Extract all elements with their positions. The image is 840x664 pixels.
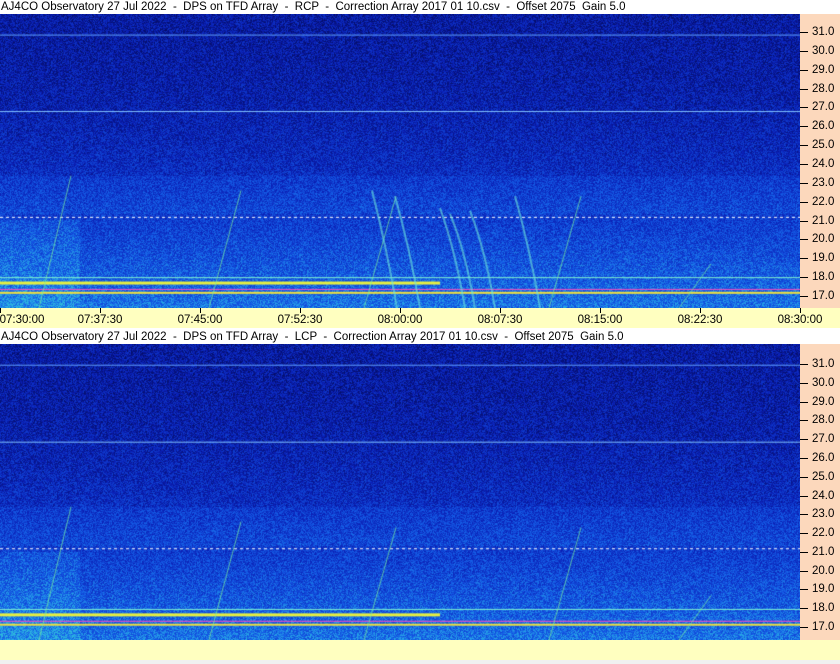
frequency-label: 22.0 — [812, 195, 835, 208]
frequency-tick — [800, 107, 808, 109]
frequency-label: 25.0 — [812, 139, 835, 152]
time-tick — [100, 308, 101, 313]
frequency-label: 24.0 — [812, 489, 835, 502]
frequency-label: 17.0 — [812, 290, 835, 302]
frequency-tick — [800, 514, 808, 516]
frequency-label: 18.0 — [812, 602, 835, 615]
frequency-label: 29.0 — [812, 63, 835, 76]
frequency-label: 22.0 — [812, 527, 835, 540]
frequency-tick — [800, 258, 808, 260]
time-label: 08:22:30 — [677, 314, 723, 326]
time-tick — [300, 308, 301, 313]
time-tick — [700, 308, 701, 313]
frequency-label: 20.0 — [812, 564, 835, 577]
frequency-label: 17.0 — [812, 621, 835, 633]
frequency-label: 20.0 — [812, 233, 835, 246]
time-label: 08:30:00 — [777, 314, 823, 326]
time-label: 07:37:30 — [77, 314, 123, 326]
frequency-tick — [800, 69, 808, 71]
spectrogram-title-rcp: AJ4CO Observatory 27 Jul 2022 - DPS on T… — [0, 0, 840, 14]
frequency-tick — [800, 627, 808, 628]
frequency-label: 19.0 — [812, 583, 835, 596]
frequency-tick — [800, 88, 808, 90]
frequency-label: 28.0 — [812, 82, 835, 95]
frequency-tick — [800, 201, 808, 203]
frequency-label: 28.0 — [812, 414, 835, 427]
frequency-tick — [800, 570, 808, 572]
frequency-tick — [800, 220, 808, 222]
frequency-label: 26.0 — [812, 120, 835, 133]
frequency-label: 23.0 — [812, 176, 835, 189]
frequency-tick — [800, 476, 808, 478]
frequency-tick — [800, 182, 808, 184]
frequency-label: 18.0 — [812, 271, 835, 284]
time-tick — [500, 308, 501, 313]
frequency-label: 31.0 — [812, 358, 835, 370]
frequency-tick — [800, 439, 808, 441]
spectrogram-lcp[interactable] — [0, 344, 800, 640]
frequency-tick — [800, 495, 808, 497]
spectrogram-rcp[interactable] — [0, 14, 800, 308]
frequency-tick — [800, 457, 808, 459]
time-label: 08:15:00 — [577, 314, 623, 326]
frequency-tick — [800, 126, 808, 128]
frequency-label: 29.0 — [812, 395, 835, 408]
frequency-label: 25.0 — [812, 470, 835, 483]
time-tick — [800, 308, 801, 313]
frequency-axis-lcp: 31.0 30.0 29.0 28.0 27.0 26.0 25.0 24.0 23.0 22.0… — [800, 344, 840, 640]
frequency-tick — [800, 277, 808, 279]
frequency-label: 30.0 — [812, 376, 835, 389]
time-label: 08:07:30 — [477, 314, 523, 326]
time-label: 07:52:30 — [277, 314, 323, 326]
frequency-label: 24.0 — [812, 158, 835, 170]
time-axis: 07:30:00 07:37:30 07:45:00 07:52:30 08:00:00… — [0, 308, 840, 328]
time-label: 08:00:00 — [377, 314, 423, 326]
time-axis-lcp — [0, 640, 840, 660]
frequency-tick — [800, 401, 808, 403]
frequency-tick — [800, 50, 808, 52]
frequency-tick — [800, 296, 808, 297]
frequency-tick — [800, 239, 808, 241]
frequency-tick — [800, 533, 808, 535]
frequency-tick — [800, 145, 808, 147]
frequency-tick — [800, 382, 808, 384]
frequency-label: 30.0 — [812, 44, 835, 57]
time-tick — [400, 308, 401, 313]
frequency-label: 26.0 — [812, 451, 835, 464]
time-tick — [600, 308, 601, 313]
frequency-label: 27.0 — [812, 433, 835, 446]
spectrogram-title-lcp: AJ4CO Observatory 27 Jul 2022 - DPS on T… — [0, 330, 840, 344]
time-label: 07:45:00 — [177, 314, 223, 326]
frequency-label: 23.0 — [812, 508, 835, 521]
frequency-label: 27.0 — [812, 101, 835, 114]
frequency-label: 21.0 — [812, 545, 835, 558]
frequency-label: 19.0 — [812, 252, 835, 265]
frequency-tick — [800, 164, 808, 165]
frequency-tick — [800, 32, 808, 33]
frequency-tick — [800, 589, 808, 591]
time-tick — [0, 308, 1, 313]
frequency-axis-rcp: 31.0 30.0 29.0 28.0 27.0 26.0 25.0 24.0 23.0 22.0… — [800, 14, 840, 308]
frequency-tick — [800, 551, 808, 553]
frequency-label: 31.0 — [812, 26, 835, 38]
frequency-label: 21.0 — [812, 214, 835, 227]
frequency-tick — [800, 420, 808, 422]
frequency-tick — [800, 608, 808, 610]
time-tick — [200, 308, 201, 313]
time-label: 07:30:00 — [0, 314, 45, 326]
frequency-tick — [800, 364, 808, 365]
